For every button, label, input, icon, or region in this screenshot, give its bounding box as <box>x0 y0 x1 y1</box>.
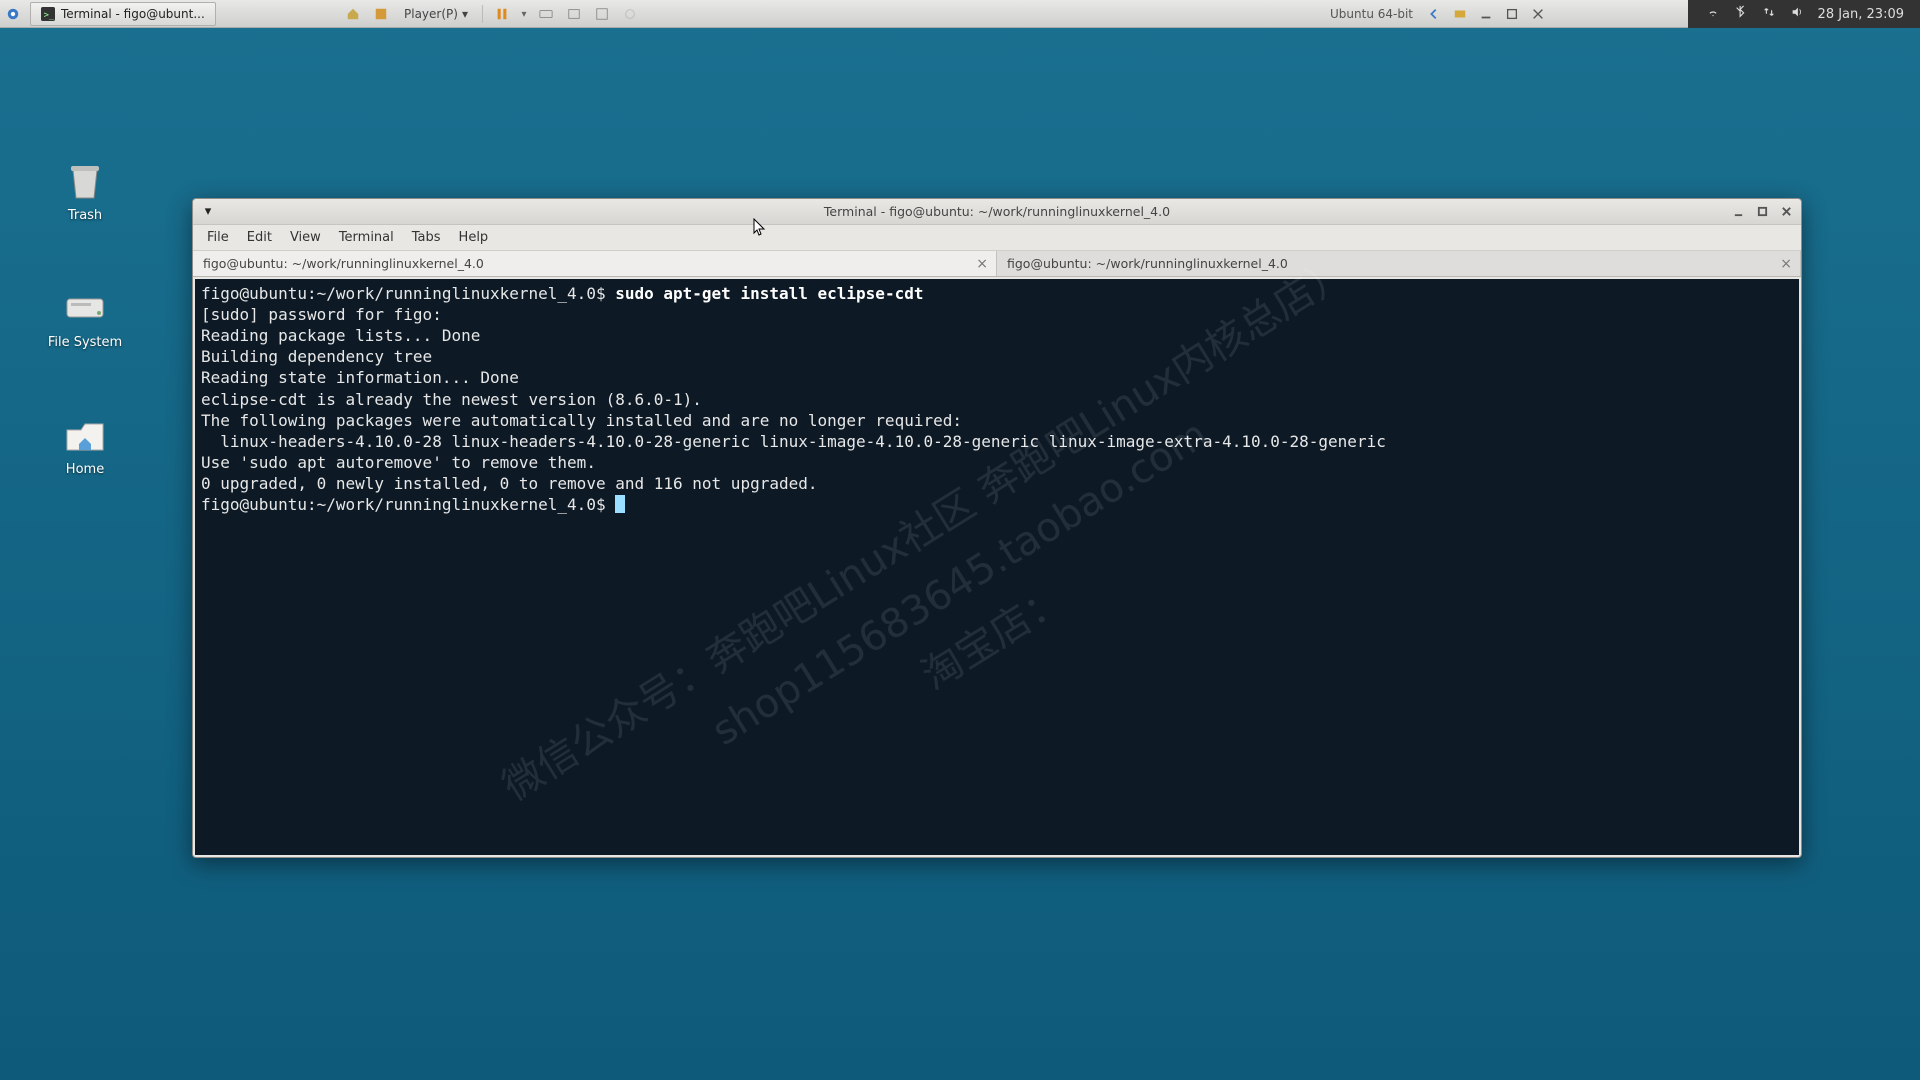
svg-text:>_: >_ <box>44 10 55 20</box>
bluetooth-icon[interactable] <box>1734 5 1748 23</box>
close-icon[interactable] <box>1777 203 1795 221</box>
tab-label: figo@ubuntu: ~/work/runninglinuxkernel_4… <box>203 256 484 271</box>
vm-home-icon[interactable] <box>340 3 366 25</box>
home-folder-icon <box>61 414 109 456</box>
taskbar-app-label: Terminal - figo@ubunt... <box>61 7 205 21</box>
terminal-icon: >_ <box>41 7 55 21</box>
menu-file[interactable]: File <box>199 227 237 248</box>
terminal-prompt: figo@ubuntu:~/work/runninglinuxkernel_4.… <box>201 284 615 303</box>
vm-player-toolbar: Player(P) ▾ ▾ <box>340 0 643 28</box>
updown-icon[interactable] <box>1762 5 1776 23</box>
tab-label: figo@ubuntu: ~/work/runninglinuxkernel_4… <box>1007 256 1288 271</box>
terminal-line: Use 'sudo apt autoremove' to remove them… <box>201 453 596 472</box>
host-system-tray: 28 Jan, 23:09 <box>1688 0 1920 28</box>
close-icon[interactable] <box>1527 3 1549 25</box>
maximize-icon[interactable] <box>1501 3 1523 25</box>
desktop-icons: Trash File System Home <box>40 160 130 477</box>
vm-os-label: Ubuntu 64-bit <box>1330 7 1413 21</box>
whisker-menu-icon[interactable] <box>1 2 25 26</box>
desktop-icon-trash[interactable]: Trash <box>40 160 130 223</box>
terminal-window: ▾ Terminal - figo@ubuntu: ~/work/running… <box>192 198 1802 858</box>
clock-label[interactable]: 28 Jan, 23:09 <box>1818 7 1904 22</box>
volume-icon[interactable] <box>1790 5 1804 23</box>
terminal-line: [sudo] password for figo: <box>201 305 442 324</box>
vm-device-icon[interactable] <box>1449 3 1471 25</box>
window-controls <box>1729 203 1795 221</box>
minimize-icon[interactable] <box>1475 3 1497 25</box>
tab-close-icon[interactable]: × <box>976 256 988 272</box>
vm-unity-icon[interactable] <box>617 3 643 25</box>
window-menu-icon[interactable]: ▾ <box>199 204 217 219</box>
terminal-line: Building dependency tree <box>201 347 432 366</box>
terminal-line: The following packages were automaticall… <box>201 411 962 430</box>
vm-pause-icon[interactable] <box>489 3 515 25</box>
terminal-tab[interactable]: figo@ubuntu: ~/work/runninglinuxkernel_4… <box>193 251 997 276</box>
terminal-command: sudo apt-get install eclipse-cdt <box>615 284 923 303</box>
terminal-body[interactable]: figo@ubuntu:~/work/runninglinuxkernel_4.… <box>195 279 1799 855</box>
drive-icon <box>61 287 109 329</box>
minimize-icon[interactable] <box>1729 203 1747 221</box>
terminal-cursor <box>615 495 625 513</box>
taskbar-app-terminal[interactable]: >_ Terminal - figo@ubunt... <box>30 2 216 26</box>
vm-send-ctrlaltdel-icon[interactable] <box>533 3 559 25</box>
desktop-icon-label: Home <box>66 462 104 477</box>
desktop-icon-home[interactable]: Home <box>40 414 130 477</box>
vm-player-label: Player(P) <box>404 7 458 21</box>
vm-settings-icon[interactable] <box>368 3 394 25</box>
vm-right-controls: Ubuntu 64-bit <box>1330 0 1557 28</box>
terminal-tabbar: figo@ubuntu: ~/work/runninglinuxkernel_4… <box>193 251 1801 277</box>
maximize-icon[interactable] <box>1753 203 1771 221</box>
menu-terminal[interactable]: Terminal <box>331 227 402 248</box>
separator <box>482 5 483 23</box>
top-panel: >_ Terminal - figo@ubunt... <box>0 0 1920 28</box>
terminal-line: Reading package lists... Done <box>201 326 480 345</box>
chevron-down-icon: ▾ <box>462 7 468 21</box>
panel-left: >_ Terminal - figo@ubunt... <box>0 0 216 27</box>
vm-player-dropdown[interactable]: Player(P) ▾ <box>396 3 476 25</box>
terminal-prompt: figo@ubuntu:~/work/runninglinuxkernel_4.… <box>201 495 615 514</box>
terminal-line: eclipse-cdt is already the newest versio… <box>201 390 702 409</box>
chevron-down-icon[interactable]: ▾ <box>517 3 531 25</box>
terminal-line: 0 upgraded, 0 newly installed, 0 to remo… <box>201 474 818 493</box>
tab-close-icon[interactable]: × <box>1780 256 1792 272</box>
vm-fullscreen-icon[interactable] <box>589 3 615 25</box>
window-title: Terminal - figo@ubuntu: ~/work/runningli… <box>193 204 1801 219</box>
desktop-icon-filesystem[interactable]: File System <box>40 287 130 350</box>
desktop-icon-label: File System <box>48 335 122 350</box>
menubar: File Edit View Terminal Tabs Help <box>193 225 1801 251</box>
trash-icon <box>61 160 109 202</box>
menu-tabs[interactable]: Tabs <box>404 227 449 248</box>
window-titlebar[interactable]: ▾ Terminal - figo@ubuntu: ~/work/running… <box>193 199 1801 225</box>
network-icon[interactable] <box>1706 5 1720 23</box>
terminal-line: linux-headers-4.10.0-28 linux-headers-4.… <box>201 432 1386 451</box>
menu-view[interactable]: View <box>282 227 329 248</box>
vm-back-icon[interactable] <box>1423 3 1445 25</box>
terminal-tab[interactable]: figo@ubuntu: ~/work/runninglinuxkernel_4… <box>997 251 1801 276</box>
vm-snapshot-icon[interactable] <box>561 3 587 25</box>
menu-help[interactable]: Help <box>451 227 497 248</box>
menu-edit[interactable]: Edit <box>239 227 280 248</box>
terminal-line: Reading state information... Done <box>201 368 519 387</box>
desktop-icon-label: Trash <box>68 208 102 223</box>
